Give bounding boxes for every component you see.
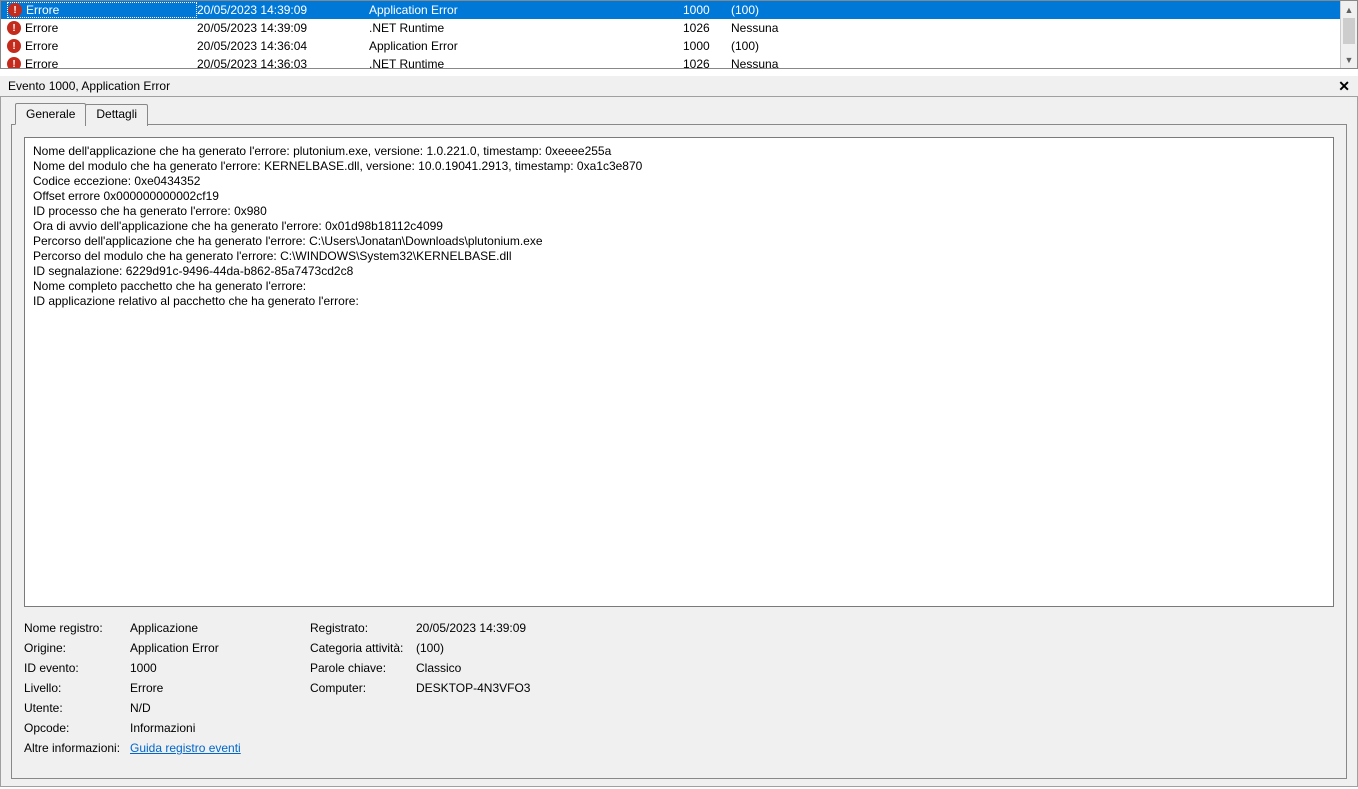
cell-source: .NET Runtime — [369, 21, 683, 35]
event-list[interactable]: Errore 20/05/2023 14:39:09 Application E… — [0, 0, 1358, 69]
cell-level: Errore — [25, 21, 58, 35]
cell-eventid: 1026 — [683, 21, 731, 35]
cell-source: .NET Runtime — [369, 57, 683, 69]
value-keywords: Classico — [416, 661, 596, 675]
label-keywords: Parole chiave: — [310, 661, 416, 675]
tab-details[interactable]: Dettagli — [85, 104, 148, 126]
value-source: Application Error — [130, 641, 280, 655]
table-row[interactable]: Errore 20/05/2023 14:36:03 .NET Runtime … — [1, 55, 1340, 69]
label-computer: Computer: — [310, 681, 416, 695]
label-log-name: Nome registro: — [24, 621, 130, 635]
scrollbar[interactable]: ▲ ▼ — [1340, 1, 1357, 68]
cell-category: Nessuna — [731, 57, 855, 69]
value-user: N/D — [130, 701, 280, 715]
close-icon[interactable]: ✕ — [1338, 78, 1350, 95]
label-moreinfo: Altre informazioni: — [24, 741, 130, 755]
error-icon — [7, 57, 21, 69]
cell-date: 20/05/2023 14:36:03 — [197, 57, 369, 69]
cell-category: Nessuna — [731, 21, 855, 35]
label-opcode: Opcode: — [24, 721, 130, 735]
cell-category: (100) — [731, 39, 855, 53]
label-user: Utente: — [24, 701, 130, 715]
table-row[interactable]: Errore 20/05/2023 14:39:09 Application E… — [1, 1, 1340, 19]
event-log-help-link[interactable]: Guida registro eventi — [130, 741, 241, 755]
scroll-up-button[interactable]: ▲ — [1341, 1, 1357, 18]
cell-level: Errore — [25, 39, 58, 53]
value-level: Errore — [130, 681, 280, 695]
table-row[interactable]: Errore 20/05/2023 14:39:09 .NET Runtime … — [1, 19, 1340, 37]
tab-panel-general: Nome dell'applicazione che ha generato l… — [11, 124, 1347, 779]
cell-date: 20/05/2023 14:36:04 — [197, 39, 369, 53]
tab-general[interactable]: Generale — [15, 103, 86, 125]
label-logged: Registrato: — [310, 621, 416, 635]
label-taskcat: Categoria attività: — [310, 641, 416, 655]
label-eventid: ID evento: — [24, 661, 130, 675]
error-icon — [7, 21, 21, 35]
value-logged: 20/05/2023 14:39:09 — [416, 621, 596, 635]
detail-header-title: Evento 1000, Application Error — [8, 79, 170, 93]
value-opcode: Informazioni — [130, 721, 280, 735]
label-level: Livello: — [24, 681, 130, 695]
cell-level: Errore — [26, 3, 59, 17]
error-icon — [7, 39, 21, 53]
detail-body: Generale Dettagli Nome dell'applicazione… — [0, 97, 1358, 787]
event-description[interactable]: Nome dell'applicazione che ha generato l… — [24, 137, 1334, 607]
scroll-thumb[interactable] — [1343, 18, 1355, 44]
cell-eventid: 1000 — [683, 39, 731, 53]
scroll-down-button[interactable]: ▼ — [1341, 51, 1357, 68]
table-row[interactable]: Errore 20/05/2023 14:36:04 Application E… — [1, 37, 1340, 55]
detail-header: Evento 1000, Application Error ✕ — [0, 75, 1358, 97]
value-eventid: 1000 — [130, 661, 280, 675]
cell-source: Application Error — [369, 3, 683, 17]
cell-source: Application Error — [369, 39, 683, 53]
cell-level: Errore — [25, 57, 58, 69]
cell-eventid: 1000 — [683, 3, 731, 17]
cell-category: (100) — [731, 3, 855, 17]
cell-eventid: 1026 — [683, 57, 731, 69]
value-computer: DESKTOP-4N3VFO3 — [416, 681, 596, 695]
value-log-name: Applicazione — [130, 621, 280, 635]
value-taskcat: (100) — [416, 641, 596, 655]
cell-date: 20/05/2023 14:39:09 — [197, 21, 369, 35]
label-source: Origine: — [24, 641, 130, 655]
cell-date: 20/05/2023 14:39:09 — [197, 3, 369, 17]
error-icon — [8, 3, 22, 17]
